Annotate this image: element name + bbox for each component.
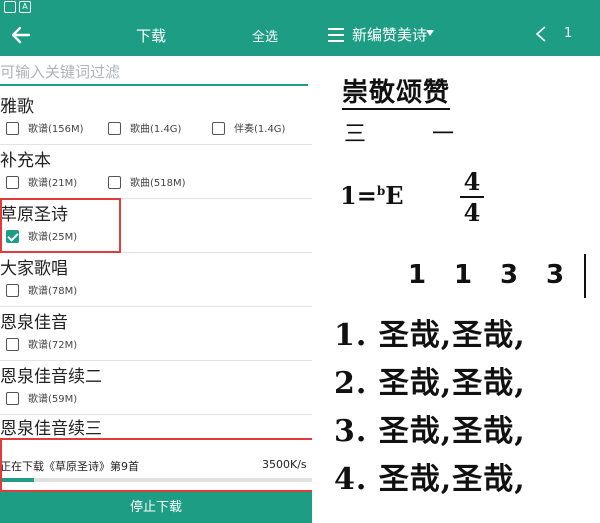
dropdown-caret-icon[interactable]: [426, 30, 434, 36]
option-label: 歌谱(156M): [28, 124, 84, 135]
checkbox-checked[interactable]: [6, 230, 19, 243]
key-signature: 1=bE: [340, 181, 404, 210]
checkbox[interactable]: [6, 122, 19, 135]
divider: [0, 360, 312, 361]
melody-notes: 1133: [408, 260, 592, 290]
select-all-button[interactable]: 全选: [252, 26, 278, 45]
download-speed: 3500K/s: [262, 458, 307, 471]
back-arrow-icon[interactable]: [8, 22, 34, 48]
checkbox[interactable]: [6, 176, 19, 189]
menu-icon[interactable]: [328, 28, 344, 42]
time-signature: 4 4: [460, 168, 484, 228]
checkbox[interactable]: [6, 392, 19, 405]
viewer-panel: 新编赞美诗 1 崇敬颂赞 三 一 1=bE 4 4 1133 1. 圣哉,圣哉,…: [312, 0, 600, 523]
option-label: 歌曲(518M): [130, 178, 186, 189]
page-number: 1: [564, 26, 573, 41]
bar-line: [584, 254, 586, 298]
sheet-music: 崇敬颂赞 三 一 1=bE 4 4 1133 1. 圣哉,圣哉, 2. 圣哉,圣…: [312, 56, 600, 523]
progress-fill: [0, 478, 35, 482]
download-header: 下载 全选: [0, 14, 312, 56]
page-title: 下载: [136, 27, 167, 45]
hymn-number-right: 一: [432, 122, 455, 147]
book-title[interactable]: 新编赞美诗: [352, 24, 427, 45]
progress-text: 正在下载《草原圣诗》第9首: [0, 460, 139, 473]
filter-input[interactable]: 可输入关键词过滤: [0, 58, 308, 86]
image-icon: [4, 1, 16, 13]
checkbox[interactable]: [108, 122, 121, 135]
checkbox[interactable]: [6, 338, 19, 351]
download-progress: 正在下载《草原圣诗》第9首 3500K/s: [0, 440, 312, 492]
group-title: 大家歌唱: [0, 259, 68, 279]
divider: [0, 198, 312, 199]
divider: [0, 306, 312, 307]
option-label: 歌谱(72M): [28, 340, 78, 351]
option-label: 歌谱(59M): [28, 394, 78, 405]
status-bar-right: [312, 0, 600, 14]
hymn-number-left: 三: [344, 122, 367, 147]
previous-page-icon[interactable]: [535, 26, 547, 42]
hymn-title: 崇敬颂赞: [342, 78, 451, 110]
status-bar: A: [0, 0, 312, 14]
progress-track: [0, 478, 312, 482]
divider: [0, 252, 312, 253]
group-title: 草原圣诗: [0, 205, 68, 225]
note: 3: [500, 260, 519, 290]
lyric-line: 1. 圣哉,圣哉,: [334, 318, 526, 353]
note: 1: [454, 260, 473, 290]
checkbox[interactable]: [108, 176, 121, 189]
option-label: 歌曲(1.4G): [130, 124, 182, 135]
lyric-line: 4. 圣哉,圣哉,: [334, 462, 526, 497]
download-panel: A 下载 全选 可输入关键词过滤 雅歌歌谱(156M) 歌曲(1.4G) 伴奏(1.…: [0, 0, 312, 523]
group-title: 恩泉佳音续三: [0, 419, 102, 439]
group-title: 雅歌: [0, 97, 34, 117]
a-icon: A: [19, 1, 31, 13]
viewer-header: 新编赞美诗 1: [312, 14, 600, 56]
note: 1: [408, 260, 427, 290]
group-title: 恩泉佳音续二: [0, 367, 102, 387]
option-label: 歌谱(21M): [28, 178, 78, 189]
divider: [0, 144, 312, 145]
stop-download-button[interactable]: 停止下载: [0, 492, 312, 523]
checkbox[interactable]: [6, 284, 19, 297]
option-label: 歌谱(25M): [28, 232, 78, 243]
lyric-line: 3. 圣哉,圣哉,: [334, 414, 526, 449]
lyric-line: 2. 圣哉,圣哉,: [334, 366, 526, 401]
option-label: 伴奏(1.4G): [234, 124, 286, 135]
checkbox[interactable]: [212, 122, 225, 135]
group-title: 补充本: [0, 151, 51, 171]
option-label: 歌谱(78M): [28, 286, 78, 297]
group-title: 恩泉佳音: [0, 313, 68, 333]
